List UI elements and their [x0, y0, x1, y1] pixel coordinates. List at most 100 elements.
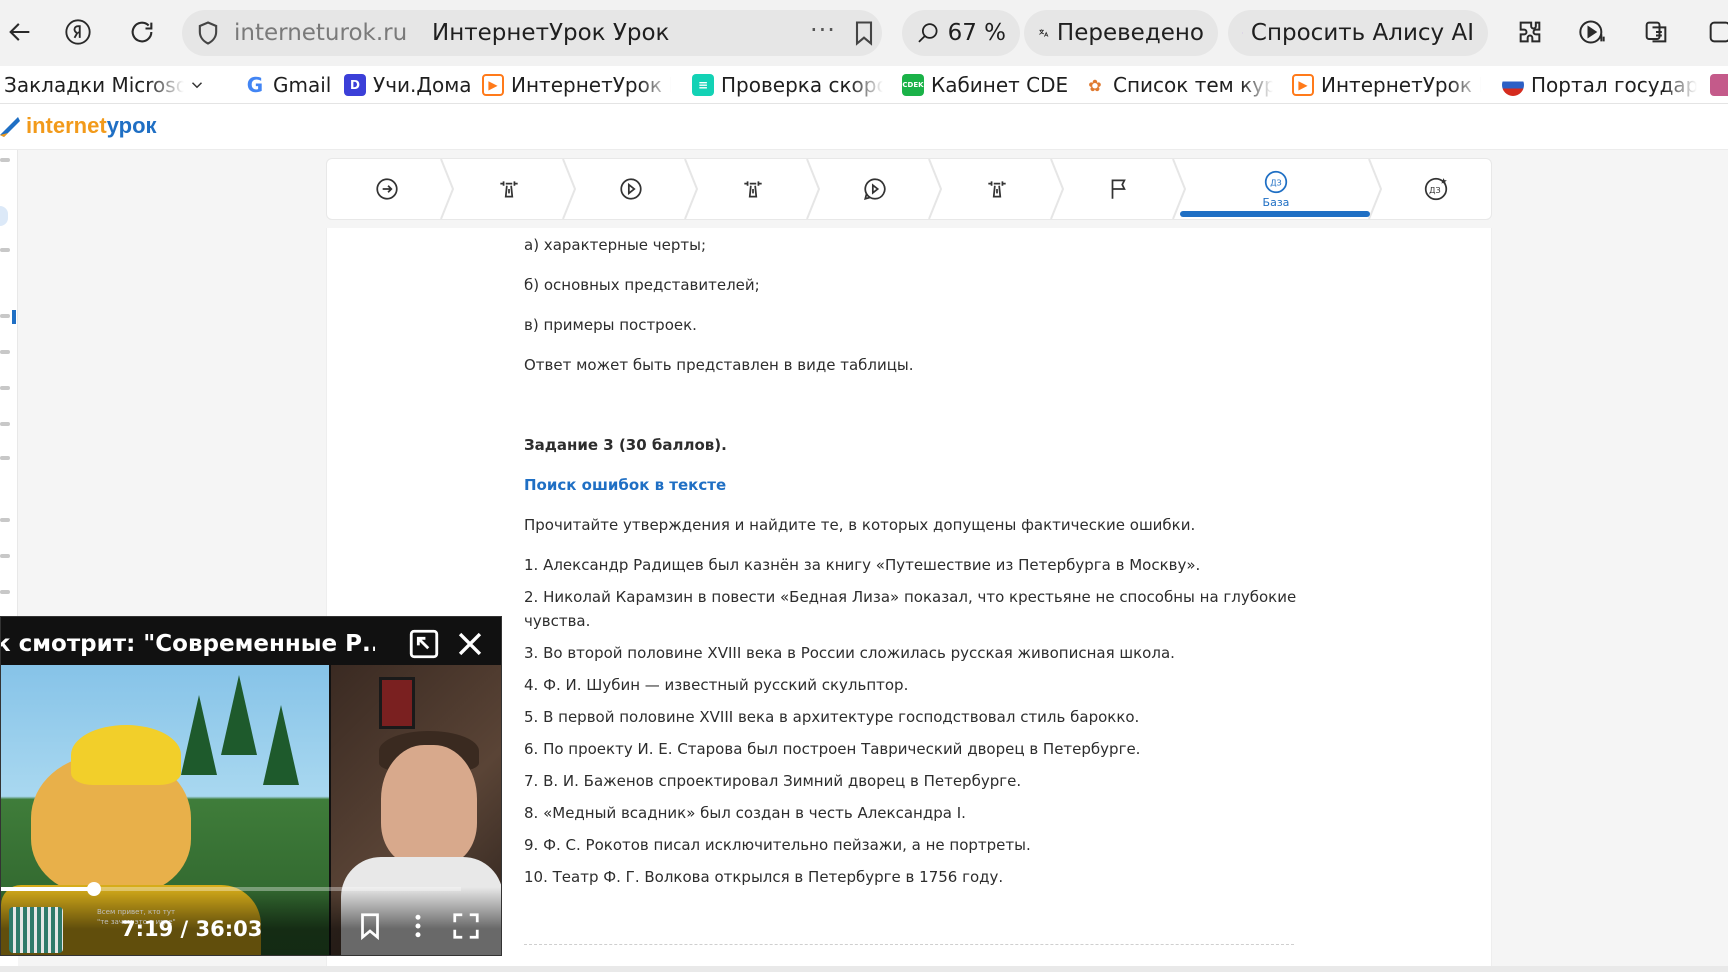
- player-progress[interactable]: [1, 882, 461, 896]
- sidebar-item[interactable]: [0, 518, 10, 522]
- statement-item: 6. По проекту И. Е. Старова был построен…: [524, 740, 1141, 758]
- alice-label: Спросить Алису AI: [1250, 20, 1474, 46]
- back-arrow-icon[interactable]: [0, 12, 40, 52]
- sidebar-item[interactable]: [0, 350, 10, 354]
- progress-knob[interactable]: [87, 882, 101, 896]
- uchi-icon: D: [344, 74, 366, 96]
- zoom-search-icon: [918, 23, 938, 43]
- google-icon: G: [244, 73, 266, 97]
- step-trainer-2[interactable]: [693, 159, 813, 219]
- statement-item: 5. В первой половине XVIII века в архите…: [524, 708, 1140, 726]
- profile-icon[interactable]: [1700, 12, 1728, 52]
- step-homework-base[interactable]: ДЗ База: [1181, 159, 1371, 219]
- translated-pill[interactable]: Переведено: [1024, 10, 1218, 56]
- sidebar-item[interactable]: [0, 422, 10, 426]
- bookmark-label: Проверка скорос: [721, 73, 883, 97]
- sidebar-item-active[interactable]: [0, 206, 8, 226]
- more-vertical-icon[interactable]: [403, 911, 433, 945]
- step-trainer-1[interactable]: [449, 159, 569, 219]
- qr-code: [9, 907, 63, 953]
- task-intro: Прочитайте утверждения и найдите те, в к…: [524, 516, 1196, 534]
- translate-icon: [1039, 29, 1049, 37]
- task-title: Задание 3 (30 баллов).: [524, 436, 727, 454]
- player-time: 7:19 / 36:03: [121, 917, 263, 941]
- left-sidebar: [0, 150, 18, 620]
- shield-icon[interactable]: [194, 19, 222, 47]
- media-play-icon[interactable]: [1572, 12, 1612, 52]
- address-bar[interactable]: interneturok.ru ИнтернетУрок Урок ···: [182, 10, 882, 56]
- bookmark-icon[interactable]: [355, 911, 385, 945]
- progress-fill: [1, 887, 94, 891]
- bookmark-label: Портал государст: [1531, 73, 1697, 97]
- speedtest-icon: ≡: [692, 74, 714, 96]
- step-video-2[interactable]: [815, 159, 935, 219]
- chat-line: Всем привет, кто тут: [97, 908, 176, 916]
- bookmark-label: Gmail: [273, 73, 332, 97]
- bookmark-gmail[interactable]: G Gmail: [244, 71, 332, 99]
- content-line: а) характерные черты;: [524, 236, 707, 254]
- yandex-icon[interactable]: [58, 12, 98, 52]
- bookmark-label: ИнтернетУрок Ра: [1321, 73, 1481, 97]
- translated-label: Переведено: [1056, 20, 1204, 46]
- homework-badge-text: ДЗ: [1270, 177, 1282, 187]
- step-video-1[interactable]: [571, 159, 691, 219]
- sidebar-item[interactable]: [0, 590, 10, 594]
- sidebar-item[interactable]: [0, 158, 10, 162]
- statement-item: 10. Театр Ф. Г. Волкова открылся в Петер…: [524, 868, 1004, 886]
- site-logo[interactable]: internetурок: [0, 110, 157, 142]
- bookmark-icon[interactable]: [850, 18, 878, 48]
- sidebar-item[interactable]: [0, 314, 10, 318]
- bookmark-label: Закладки Microsoft E: [4, 73, 184, 97]
- fullscreen-icon[interactable]: [451, 911, 481, 945]
- bookmark-interneturok-1[interactable]: ▶ ИнтернетУрок Ра: [482, 71, 672, 99]
- statement-item: 2. Николай Карамзин в повести «Бедная Ли…: [524, 588, 1297, 606]
- bookmark-speedtest[interactable]: ≡ Проверка скорос: [692, 71, 884, 99]
- bookmark-folder-microsoft[interactable]: Закладки Microsoft E: [4, 71, 216, 99]
- bookmark-cdek[interactable]: CDEK Кабинет CDEK: [902, 71, 1068, 99]
- arrow-circle-icon: [376, 178, 398, 200]
- homework-badge-text: ДЗ: [1429, 185, 1441, 195]
- step-homework-advanced[interactable]: ДЗ: [1379, 159, 1493, 219]
- dumbbell-icon: [744, 181, 762, 198]
- statement-item: 7. В. И. Баженов спроектировал Зимний дв…: [524, 772, 1022, 790]
- zoom-pill[interactable]: 67 %: [902, 10, 1020, 56]
- address-host[interactable]: interneturok.ru: [234, 20, 407, 46]
- extensions-icon[interactable]: [1510, 12, 1550, 52]
- step-intro[interactable]: [327, 159, 447, 219]
- picture-in-picture-player[interactable]: к смотрит: "Современные Р... Всем привет…: [0, 616, 502, 956]
- content-line: б) основных представителей;: [524, 276, 760, 294]
- reload-icon[interactable]: [122, 12, 162, 52]
- bookmark-course[interactable]: ✿ Список тем курса: [1084, 71, 1274, 99]
- content-divider: [524, 944, 1294, 945]
- statement-item: 8. «Медный всадник» был создан в честь А…: [524, 804, 966, 822]
- bookmark-uchi[interactable]: D Учи.Дома: [344, 71, 470, 99]
- alice-pill[interactable]: Спросить Алису AI: [1228, 10, 1488, 56]
- more-icon[interactable]: ···: [810, 16, 836, 44]
- bookmarks-bar: Закладки Microsoft E G Gmail D Учи.Дома …: [0, 66, 1728, 104]
- alice-icon: [1242, 32, 1243, 34]
- expand-icon[interactable]: [407, 627, 441, 661]
- page-title: ИнтернетУрок Урок: [432, 20, 670, 46]
- flag-icon: [1111, 179, 1126, 199]
- collections-icon[interactable]: [1636, 12, 1676, 52]
- cdek-icon: CDEK: [902, 74, 924, 96]
- bookmark-overflow[interactable]: [1710, 71, 1728, 99]
- bookmark-label: Учи.Дома: [373, 73, 470, 97]
- homework-star-icon: ДЗ: [1424, 177, 1448, 201]
- bookmark-label: Кабинет CDEK: [931, 73, 1068, 97]
- bookmark-interneturok-2[interactable]: ▶ ИнтернетУрок Ра: [1292, 71, 1482, 99]
- chevron-down-icon[interactable]: [188, 76, 206, 94]
- bookmark-gosuslugi[interactable]: Портал государст: [1502, 71, 1698, 99]
- step-trainer-3[interactable]: [937, 159, 1057, 219]
- statement-item: 3. Во второй половине XVIII века в Росси…: [524, 644, 1175, 662]
- task-subtitle: Поиск ошибок в тексте: [524, 476, 727, 494]
- bookmark-label: Список тем курса: [1113, 73, 1273, 97]
- close-icon[interactable]: [453, 627, 487, 661]
- sidebar-item[interactable]: [0, 386, 10, 390]
- sidebar-item[interactable]: [0, 554, 10, 558]
- sidebar-item[interactable]: [0, 456, 10, 460]
- sidebar-item[interactable]: [0, 248, 10, 252]
- bookmark-label: ИнтернетУрок Ра: [511, 73, 671, 97]
- bottom-strip: [0, 966, 1728, 972]
- step-finish[interactable]: [1059, 159, 1179, 219]
